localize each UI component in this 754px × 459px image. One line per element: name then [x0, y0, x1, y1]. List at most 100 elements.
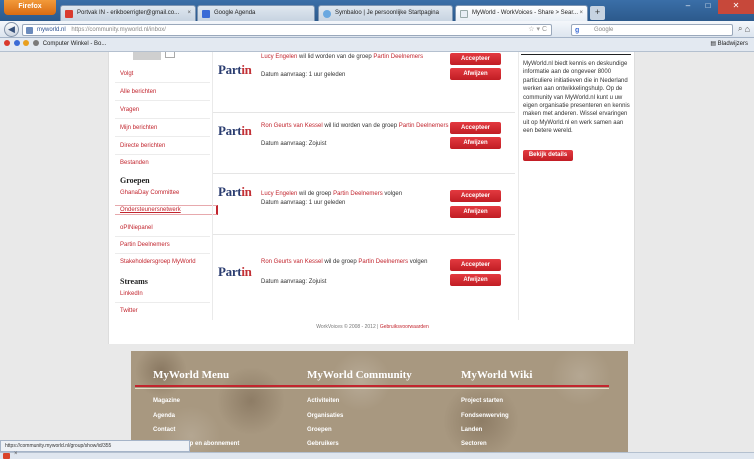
- site-identity-icon[interactable]: [26, 27, 33, 34]
- site-footer: MyWorld Menu MyWorld Community MyWorld W…: [131, 351, 628, 452]
- divider: [135, 388, 609, 389]
- footer-link[interactable]: Activiteiten: [307, 398, 339, 404]
- footer-link[interactable]: Agenda: [153, 413, 175, 419]
- search-box[interactable]: g Google: [571, 24, 733, 36]
- tab-myworld[interactable]: MyWorld - WorkVoices - Share > Sear... ×: [455, 5, 588, 21]
- group-link[interactable]: Partin Deelnemers: [358, 259, 408, 265]
- maximize-icon[interactable]: □: [698, 0, 718, 14]
- footer-link[interactable]: Contact: [153, 427, 175, 433]
- symbaloo-icon: [323, 10, 331, 18]
- sidebar-group-ondersteunersnetwerk[interactable]: Ondersteunersnetwerk: [115, 205, 218, 215]
- footer-link[interactable]: Gebruikers: [307, 441, 339, 447]
- divider: [115, 253, 210, 254]
- footer-link[interactable]: Landen: [461, 427, 482, 433]
- details-button[interactable]: Bekijk details: [523, 150, 573, 161]
- reject-button[interactable]: Afwijzen: [450, 274, 501, 286]
- copyright-text: WorkVoices © 2008 - 2012 |: [316, 324, 380, 330]
- accept-button[interactable]: Accepteer: [450, 190, 501, 202]
- firefox-menu-button[interactable]: Firefox: [4, 0, 56, 15]
- sidebar-group-label: Ondersteunersnetwerk: [120, 207, 181, 213]
- home-icon[interactable]: ⌂: [745, 24, 750, 34]
- right-panel: MyWorld.nl biedt kennis en deskundige in…: [518, 52, 636, 320]
- terms-link[interactable]: Gebruiksvoorwaarden: [380, 324, 429, 330]
- request-date: Datum aanvraag: Zojuist: [261, 279, 327, 285]
- footer-link[interactable]: Groepen: [307, 427, 332, 433]
- sidebar-group-partin-deelnemers[interactable]: Partin Deelnemers: [120, 242, 170, 248]
- group-link[interactable]: Partin Deelnemers: [333, 191, 383, 197]
- addon-icon[interactable]: [3, 453, 10, 459]
- request-text: wil lid worden van de groep: [297, 54, 374, 60]
- gear-icon[interactable]: [33, 40, 40, 46]
- page-icon: [460, 10, 468, 18]
- footer-link[interactable]: Magazine: [153, 398, 180, 404]
- partin-logo: Partin: [218, 62, 252, 77]
- partin-logo: Partin: [218, 264, 252, 279]
- calendar-icon: [202, 10, 210, 18]
- close-window-icon[interactable]: ✕: [718, 0, 754, 14]
- group-link[interactable]: Partin Deelnemers: [373, 54, 423, 60]
- reject-button[interactable]: Afwijzen: [450, 68, 501, 80]
- bookmarks-icon: ▤: [710, 41, 718, 47]
- group-link[interactable]: Partin Deelnemers: [399, 123, 449, 129]
- request-message: Lucy Engelen wil de groep Partin Deelnem…: [261, 190, 451, 199]
- symbaloo-icon[interactable]: [13, 40, 20, 46]
- divider: [115, 154, 210, 155]
- sidebar-item-vragen[interactable]: Vragen: [120, 107, 139, 113]
- bookmark-icon[interactable]: [23, 40, 30, 46]
- accept-button[interactable]: Accepteer: [450, 122, 501, 134]
- tab-symbaloo[interactable]: Symbaloo | Je persoonlijke Startpagina: [318, 5, 453, 21]
- footer-link[interactable]: Organisaties: [307, 413, 343, 419]
- reject-button[interactable]: Afwijzen: [450, 206, 501, 218]
- window-controls: – □ ✕: [678, 0, 754, 14]
- profile-icon: [165, 52, 175, 58]
- reject-button[interactable]: Afwijzen: [450, 137, 501, 149]
- user-link[interactable]: Ron Geurts van Kessel: [261, 259, 323, 265]
- footer-background: [131, 351, 628, 452]
- user-link[interactable]: Lucy Engelen: [261, 54, 297, 60]
- back-arrow-icon[interactable]: ◀: [4, 22, 19, 37]
- footer-link[interactable]: Fondsenwerving: [461, 413, 509, 419]
- bookmark-computer-winkel[interactable]: Computer Winkel - Bo...: [43, 41, 107, 47]
- minimize-icon[interactable]: –: [678, 0, 698, 14]
- sidebar-item-volgt[interactable]: Volgt: [120, 71, 133, 77]
- footer-link[interactable]: Project starten: [461, 398, 503, 404]
- divider: [115, 100, 210, 101]
- footer-link[interactable]: Sectoren: [461, 441, 487, 447]
- sidebar-stream-linkedin[interactable]: LinkedIn: [120, 291, 143, 297]
- list-item: Partin Lucy Engelen wil lid worden van d…: [213, 52, 515, 113]
- sidebar-group-ghanaday[interactable]: GhanaDay Committee: [120, 190, 179, 196]
- avatar[interactable]: [133, 52, 161, 60]
- sidebar-item-alle-berichten[interactable]: Alle berichten: [120, 89, 156, 95]
- sidebar-item-directe-berichten[interactable]: Directe berichten: [120, 143, 165, 149]
- close-icon[interactable]: ×: [579, 6, 583, 21]
- tab-label: Portvak IN - erikboerrigter@gmail.co...: [77, 10, 180, 16]
- streams-heading: Streams: [120, 277, 148, 286]
- close-icon[interactable]: ×: [14, 451, 18, 457]
- footer-heading-menu: MyWorld Menu: [153, 369, 230, 381]
- request-suffix: volgen: [382, 191, 403, 197]
- address-bar[interactable]: myworld.nl https://community.myworld.nl/…: [22, 24, 552, 36]
- request-text: wil de groep: [297, 191, 334, 197]
- accept-button[interactable]: Accepteer: [450, 259, 501, 271]
- user-link[interactable]: Lucy Engelen: [261, 191, 297, 197]
- tab-google-agenda[interactable]: Google Agenda: [197, 5, 315, 21]
- sidebar-item-bestanden[interactable]: Bestanden: [120, 160, 149, 166]
- sidebar-group-opiniepanel[interactable]: oPINiepanel: [120, 225, 153, 231]
- user-link[interactable]: Ron Geurts van Kessel: [261, 123, 323, 129]
- divider: [115, 236, 210, 237]
- bookmark-star-icon[interactable]: ☆ ▾ C: [528, 25, 547, 35]
- bookmarks-menu[interactable]: ▤ Bladwijzers: [710, 38, 748, 51]
- search-placeholder: Google: [594, 27, 614, 33]
- tab-gmail[interactable]: Portvak IN - erikboerrigter@gmail.co... …: [60, 5, 196, 21]
- sidebar-stream-twitter[interactable]: Twitter: [120, 308, 138, 314]
- search-icon[interactable]: ⌕: [738, 24, 742, 34]
- divider: [115, 118, 210, 119]
- footer-heading-wiki: MyWorld Wiki: [461, 369, 533, 381]
- new-tab-button[interactable]: +: [590, 6, 605, 20]
- accept-button[interactable]: Accepteer: [450, 53, 501, 65]
- gmail-icon[interactable]: [4, 40, 10, 46]
- close-icon[interactable]: ×: [187, 6, 191, 21]
- bookmark-items: Computer Winkel - Bo...: [4, 38, 106, 51]
- sidebar-item-mijn-berichten[interactable]: Mijn berichten: [120, 125, 157, 131]
- sidebar-group-stakeholdersgroep[interactable]: Stakeholdersgroep MyWorld: [120, 259, 196, 265]
